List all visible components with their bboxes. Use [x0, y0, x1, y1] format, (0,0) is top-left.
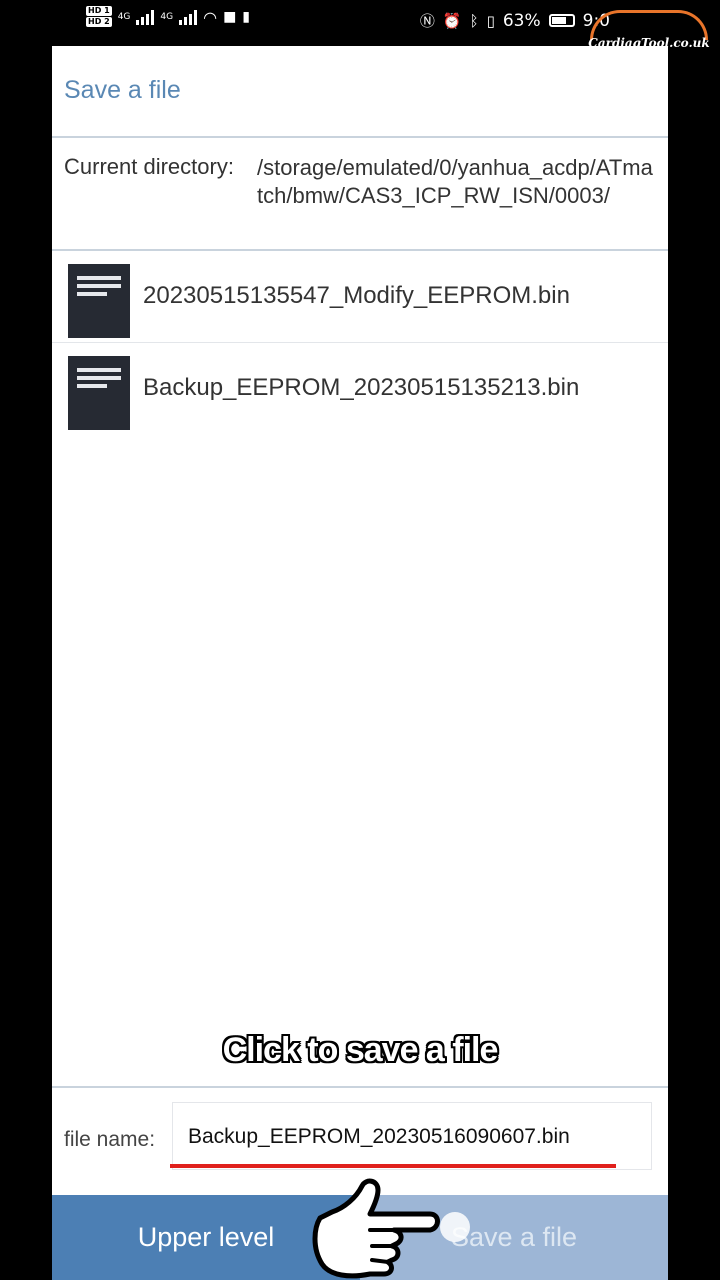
title-divider — [52, 136, 668, 138]
video-icon: ■ — [223, 9, 237, 25]
sim-indicator: HD 1 HD 2 — [86, 6, 112, 28]
file-name-label: Backup_EEPROM_20230515135213.bin — [143, 374, 580, 401]
touch-indicator — [440, 1212, 470, 1242]
directory-divider — [52, 249, 668, 251]
file-list-item[interactable]: Backup_EEPROM_20230515135213.bin — [52, 344, 668, 434]
status-bar: HD 1 HD 2 4G 4G ◠ ■ ▮ Ⓝ ⏰ ᛒ ▯ 63% 9:0 Ca… — [0, 0, 720, 50]
alarm-icon: ⏰ — [442, 11, 462, 30]
save-file-dialog: Save a file Current directory: /storage/… — [52, 46, 668, 1280]
filename-divider — [52, 1086, 668, 1088]
file-list-item[interactable]: 20230515135547_Modify_EEPROM.bin — [52, 252, 668, 342]
current-directory-label: Current directory: — [64, 154, 234, 179]
network2-label: 4G — [160, 12, 174, 22]
tutorial-caption: Click to save a file — [222, 1031, 499, 1069]
document-icon — [68, 356, 130, 430]
current-directory-path: /storage/emulated/0/yanhua_acdp/ATmatch/… — [257, 155, 653, 208]
battery-icon — [548, 14, 575, 27]
bluetooth-icon: ᛒ — [469, 11, 479, 30]
network1-label: 4G — [117, 12, 131, 22]
file-name-input[interactable]: Backup_EEPROM_20230516090607.bin — [172, 1102, 652, 1170]
wifi-icon: ◠ — [203, 7, 218, 27]
dialog-title: Save a file — [64, 76, 181, 104]
row-separator — [52, 342, 668, 343]
sim1-badge: HD 1 — [86, 6, 112, 16]
sim2-badge: HD 2 — [86, 17, 112, 27]
battery-small-icon: ▮ — [242, 9, 251, 25]
file-name-label: 20230515135547_Modify_EEPROM.bin — [143, 282, 570, 309]
pointing-hand-icon — [312, 1178, 440, 1279]
signal2-icon — [179, 9, 198, 25]
document-icon — [68, 264, 130, 338]
vibrate-icon: ▯ — [486, 11, 495, 30]
battery-percent: 63% — [502, 10, 541, 31]
file-name-field-label: file name: — [64, 1128, 156, 1151]
signal1-icon — [136, 9, 155, 25]
nfc-icon: Ⓝ — [419, 12, 435, 30]
status-left: HD 1 HD 2 4G 4G ◠ ■ ▮ — [86, 6, 250, 28]
highlight-underline — [170, 1164, 616, 1168]
